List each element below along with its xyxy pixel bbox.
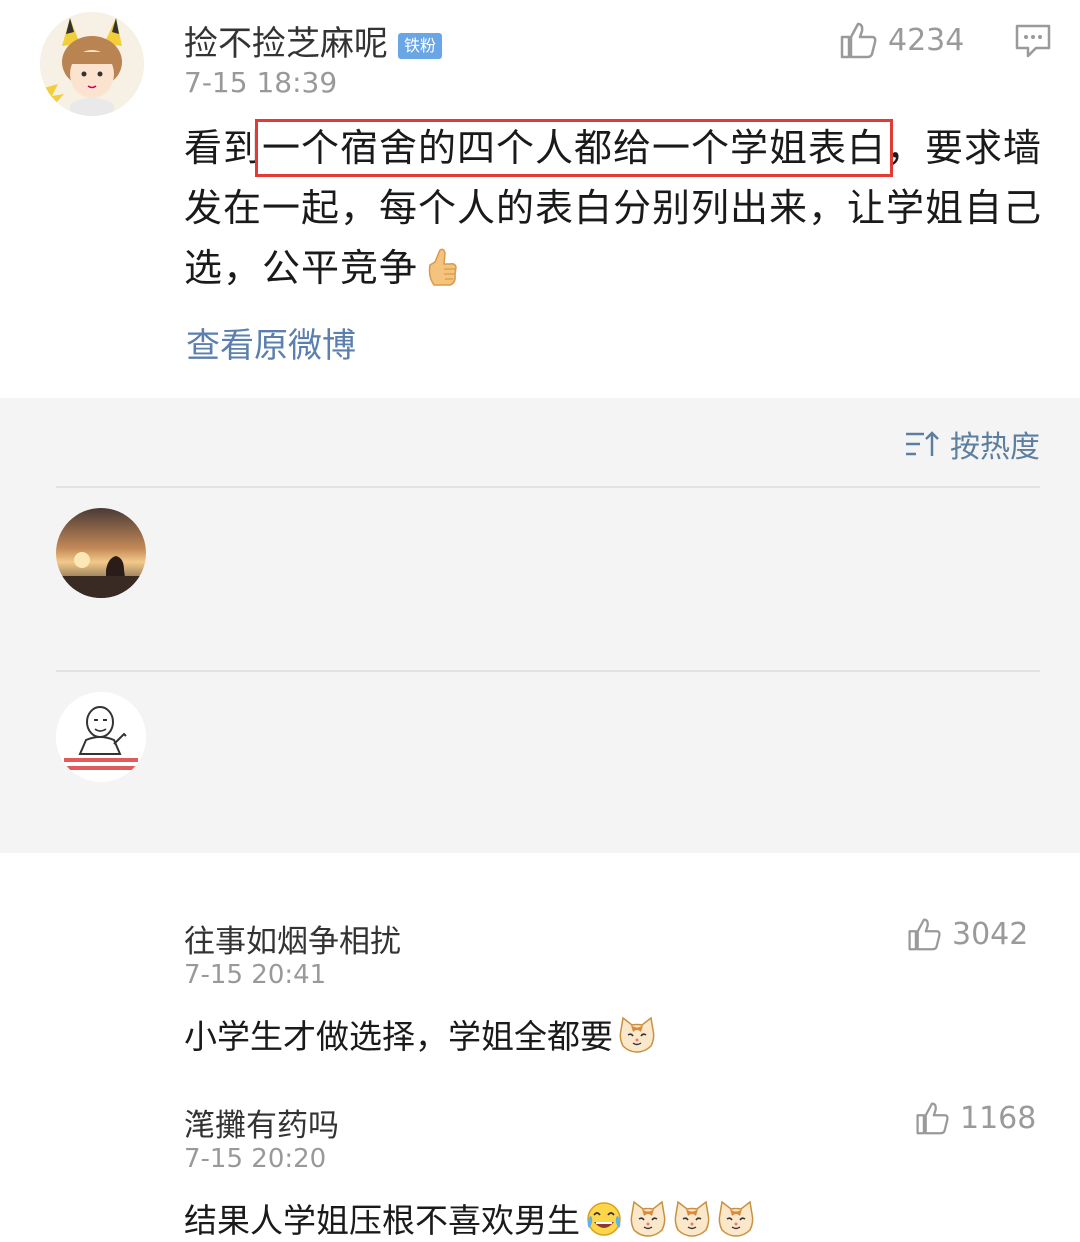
- highlighted-text: 一个宿舍的四个人都给一个学姐表白: [255, 119, 894, 177]
- view-original-link[interactable]: 查看原微博: [186, 318, 356, 367]
- comment-like-button[interactable]: 1168: [914, 1100, 1036, 1136]
- comment-text-row: 小学生才做选择，学姐全都要: [184, 1010, 657, 1058]
- comment-icon[interactable]: [1014, 22, 1052, 60]
- original-post: 捡不捡芝麻呢 铁粉 7-15 18:39 4234 看到一个宿舍的四个人都给一个学…: [0, 0, 1080, 398]
- post-author-avatar[interactable]: [40, 12, 144, 116]
- post-like-button[interactable]: 4234: [838, 20, 964, 60]
- thumbs-up-icon: [840, 22, 877, 59]
- fan-badge: 铁粉: [398, 33, 443, 59]
- cat-face-emoji: [674, 1200, 710, 1237]
- comment-like-count: 1168: [960, 1100, 1037, 1136]
- sort-label: 按热度: [950, 430, 1040, 465]
- post-content: 看到一个宿舍的四个人都给一个学姐表白，要求墙发在一起，每个人的表白分别列出来，让…: [184, 118, 1054, 298]
- comment-text: 小学生才做选择，学姐全都要: [184, 1017, 613, 1056]
- thumbs-up-icon: [916, 1102, 949, 1135]
- post-text-before: 看到: [184, 126, 263, 170]
- comments-section: 按热度 往事如烟争相扰 7-15 20:41 3042 小学生才做选择，学姐全都…: [0, 398, 1080, 1240]
- comment-time: 7-15 20:20: [184, 1144, 327, 1174]
- commenter-avatar[interactable]: [56, 508, 146, 598]
- comment-text: 结果人学姐压根不喜欢男生: [184, 1201, 580, 1240]
- comment-time: 7-15 20:41: [184, 960, 327, 990]
- divider: [56, 670, 1040, 672]
- cat-face-emoji: [718, 1200, 754, 1237]
- commenter-name[interactable]: 滗攤有药吗: [184, 1100, 339, 1145]
- comment-like-button[interactable]: 3042: [906, 916, 1028, 952]
- sort-icon: [906, 431, 939, 456]
- post-author-name-text[interactable]: 捡不捡芝麻呢: [184, 24, 388, 64]
- laughing-tears-emoji: [587, 1202, 621, 1236]
- post-author-name[interactable]: 捡不捡芝麻呢 铁粉: [184, 16, 443, 65]
- comment-like-count: 3042: [952, 916, 1029, 952]
- post-like-count: 4234: [888, 22, 965, 58]
- cat-face-emoji: [619, 1016, 655, 1053]
- divider: [56, 486, 1040, 488]
- commenter-avatar[interactable]: [56, 692, 146, 782]
- comment-text-row: 结果人学姐压根不喜欢男生: [184, 1194, 756, 1242]
- commenter-name[interactable]: 往事如烟争相扰: [184, 916, 401, 961]
- thumbs-up-icon: [908, 918, 941, 951]
- sort-by-hot-button[interactable]: 按热度: [904, 422, 1040, 466]
- cat-face-emoji: [630, 1200, 666, 1237]
- post-time: 7-15 18:39: [184, 66, 338, 99]
- thumbs-up-emoji: [428, 248, 457, 286]
